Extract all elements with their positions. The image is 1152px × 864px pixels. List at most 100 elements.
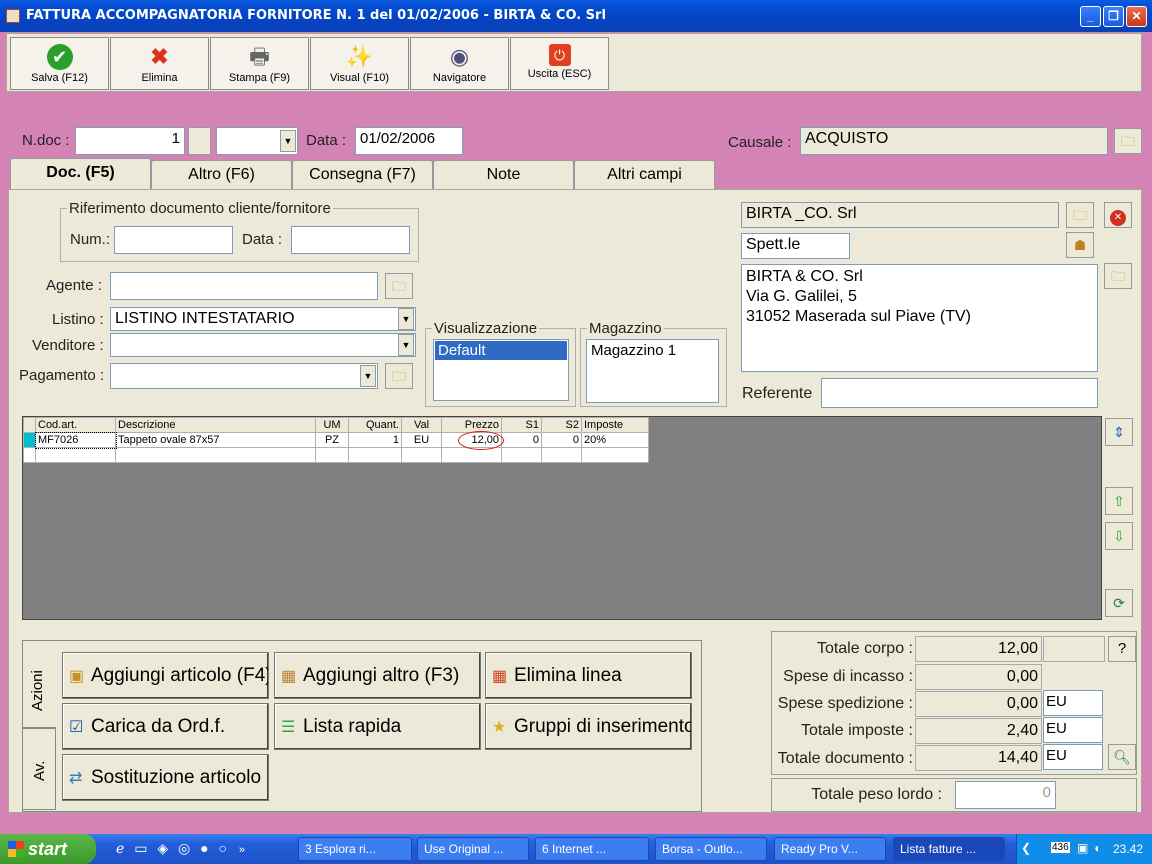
table-cell[interactable] xyxy=(441,447,502,463)
tray-expand-icon[interactable]: ❮ xyxy=(1021,841,1031,855)
arrow-up-icon[interactable]: ⇧ xyxy=(1105,487,1133,515)
print-button[interactable]: 🖶 Stampa (F9) xyxy=(210,37,309,90)
restore-button[interactable]: ❐ xyxy=(1103,6,1124,27)
replace-article-button[interactable]: ⇄ Sostituzione articolo xyxy=(62,754,269,801)
price-cell[interactable]: 12,00 xyxy=(441,431,504,450)
visualizzazione-selected-item[interactable]: Default xyxy=(435,341,567,360)
table-cell[interactable] xyxy=(501,447,542,463)
ndoc-picker-button[interactable] xyxy=(188,127,211,155)
refresh-grid-icon[interactable]: ⟳ xyxy=(1105,589,1133,617)
ie-icon[interactable]: ℯ xyxy=(116,840,124,856)
tab-consegna[interactable]: Consegna (F7) xyxy=(292,160,433,190)
col-header[interactable]: S2 xyxy=(541,417,582,433)
table-cell[interactable]: 20% xyxy=(581,432,649,448)
ndoc-input[interactable]: 1 xyxy=(75,127,185,155)
add-other-button[interactable]: ▦ Aggiungi altro (F3) xyxy=(274,652,481,699)
tab-doc[interactable]: Doc. (F5) xyxy=(10,158,151,190)
taskbar-item[interactable]: Borsa - Outlo... xyxy=(655,837,767,861)
venditore-select[interactable] xyxy=(110,333,416,357)
table-cell[interactable] xyxy=(581,447,649,463)
col-header[interactable]: Imposte xyxy=(581,417,649,433)
customer-clear-button[interactable]: ✕ xyxy=(1104,202,1132,228)
side-tab-av[interactable]: Av. xyxy=(22,728,56,810)
table-cell[interactable]: MF7026 xyxy=(34,431,117,449)
agente-folder-icon[interactable]: 🗀 xyxy=(385,273,413,299)
tab-note[interactable]: Note xyxy=(433,160,574,190)
contact-lookup-icon[interactable]: ☗ xyxy=(1066,232,1094,258)
chevron-more-icon[interactable]: » xyxy=(239,844,245,856)
quick-list-button[interactable]: ☰ Lista rapida xyxy=(274,703,481,750)
exit-button[interactable]: ⏻ Uscita (ESC) xyxy=(510,37,609,90)
address-folder-icon[interactable]: 🗀 xyxy=(1104,263,1132,289)
table-cell[interactable]: 0 xyxy=(541,432,582,448)
venditore-dropdown-icon[interactable]: ▼ xyxy=(398,334,414,356)
taskbar-item[interactable]: Ready Pro V... xyxy=(774,837,886,861)
firefox-icon[interactable]: ◎ xyxy=(178,840,190,856)
tab-altro[interactable]: Altro (F6) xyxy=(151,160,292,190)
search-icon[interactable]: ○ xyxy=(218,840,226,856)
line-items-grid[interactable]: Cod.art. Descrizione UM Quant. Val Prezz… xyxy=(22,416,1102,620)
zoom-icon[interactable]: 🔍︎ xyxy=(1108,744,1136,770)
network-icon[interactable]: ▣ xyxy=(1077,841,1088,855)
col-header[interactable]: UM xyxy=(315,417,349,433)
tray-number[interactable]: 436 xyxy=(1051,842,1070,853)
series-dropdown-icon[interactable]: ▼ xyxy=(280,130,296,152)
taskbar-item[interactable]: Use Original ... xyxy=(417,837,529,861)
media-icon[interactable]: ◈ xyxy=(157,840,168,856)
taskbar-item[interactable]: 3 Esplora ri... xyxy=(298,837,412,861)
visualizzazione-list[interactable]: Default xyxy=(433,339,569,401)
col-header[interactable]: Descrizione xyxy=(115,417,316,433)
col-header[interactable]: Quant. xyxy=(348,417,402,433)
help-button[interactable]: ? xyxy=(1108,636,1136,662)
taskbar-item-active[interactable]: Lista fatture ... xyxy=(893,837,1005,861)
table-cell[interactable]: 0 xyxy=(501,432,542,448)
minimize-button[interactable]: _ xyxy=(1080,6,1101,27)
visual-button[interactable]: ✨ Visual (F10) xyxy=(310,37,409,90)
ref-date-input[interactable] xyxy=(291,226,410,254)
document-currency[interactable]: EU xyxy=(1043,744,1103,770)
listino-select[interactable]: LISTINO INTESTATARIO xyxy=(110,307,416,331)
shipping-currency[interactable]: EU xyxy=(1043,690,1103,716)
move-updown-icon[interactable]: ⇕ xyxy=(1105,418,1133,446)
pagamento-folder-icon[interactable]: 🗀 xyxy=(385,363,413,389)
side-tab-azioni[interactable]: Azioni xyxy=(22,640,56,728)
ref-num-input[interactable] xyxy=(114,226,233,254)
close-button[interactable]: ✕ xyxy=(1126,6,1147,27)
pagamento-select[interactable] xyxy=(110,363,378,389)
delete-button[interactable]: ✖ Elimina xyxy=(110,37,209,90)
table-cell[interactable] xyxy=(115,447,316,463)
arrow-down-icon[interactable]: ⇩ xyxy=(1105,522,1133,550)
col-header[interactable]: Prezzo xyxy=(441,417,502,433)
listino-dropdown-icon[interactable]: ▼ xyxy=(398,308,414,330)
table-cell[interactable]: Tappeto ovale 87x57 xyxy=(115,432,316,448)
table-cell[interactable] xyxy=(35,447,116,463)
desktop-icon[interactable]: ▭ xyxy=(134,840,147,856)
customer-name-field[interactable]: BIRTA _CO. Srl xyxy=(741,202,1059,228)
table-cell[interactable] xyxy=(541,447,582,463)
table-row[interactable]: MF7026 Tappeto ovale 87x57 PZ 1 EU 12,00… xyxy=(23,431,649,450)
date-input[interactable]: 01/02/2006 xyxy=(355,127,463,155)
address-block[interactable]: BIRTA & CO. Srl Via G. Galilei, 5 31052 … xyxy=(741,264,1098,372)
customer-folder-icon[interactable]: 🗀 xyxy=(1066,202,1094,228)
table-cell[interactable]: PZ xyxy=(315,432,349,448)
pagamento-dropdown-icon[interactable]: ▼ xyxy=(360,365,376,387)
table-cell[interactable] xyxy=(315,447,349,463)
agente-input[interactable] xyxy=(110,272,378,300)
col-header[interactable]: S1 xyxy=(501,417,542,433)
save-button[interactable]: ✔ Salva (F12) xyxy=(10,37,109,90)
causale-input[interactable]: ACQUISTO xyxy=(800,127,1108,155)
tab-altri-campi[interactable]: Altri campi xyxy=(574,160,715,190)
table-cell[interactable] xyxy=(348,447,402,463)
table-cell[interactable] xyxy=(401,447,442,463)
col-header[interactable]: Val xyxy=(401,417,442,433)
load-order-button[interactable]: ☑ Carica da Ord.f. xyxy=(62,703,269,750)
col-header[interactable]: Cod.art. xyxy=(35,417,116,433)
volume-icon[interactable]: ◖ xyxy=(1093,841,1100,855)
salutation-field[interactable]: Spett.le xyxy=(741,233,850,259)
magazzino-list[interactable]: Magazzino 1 xyxy=(586,339,719,403)
table-row[interactable] xyxy=(23,447,649,463)
start-button[interactable]: start xyxy=(0,834,96,864)
tax-currency[interactable]: EU xyxy=(1043,717,1103,743)
causale-folder-icon[interactable]: 🗀 xyxy=(1114,128,1142,154)
referente-input[interactable] xyxy=(821,378,1098,408)
